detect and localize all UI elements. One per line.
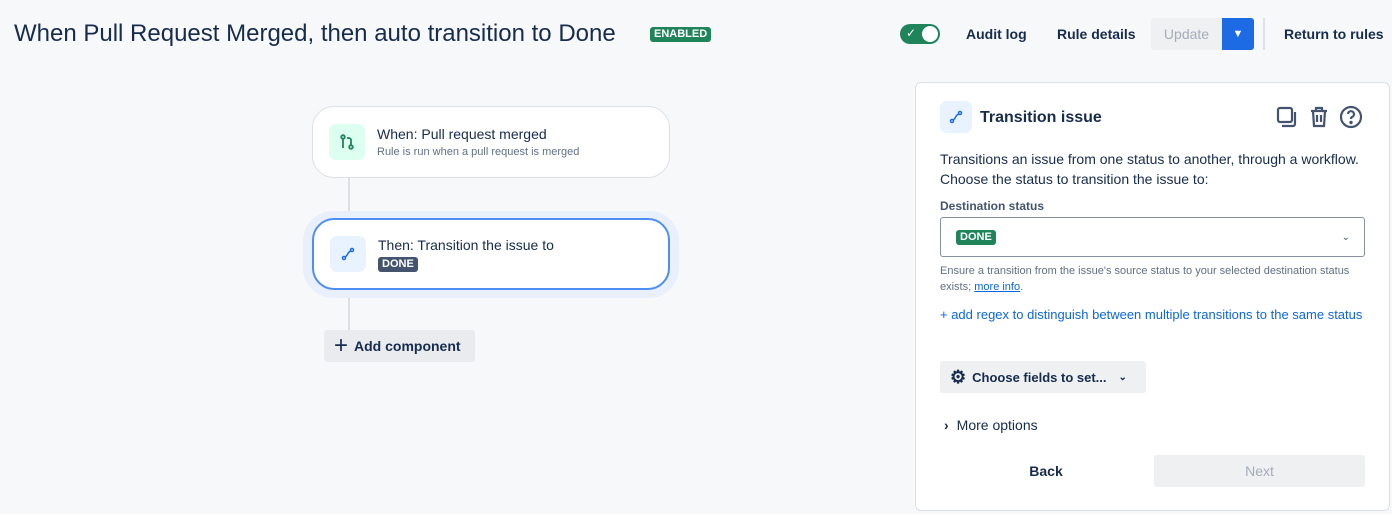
trigger-subtitle: Rule is run when a pull request is merge… — [377, 146, 580, 158]
add-component-label: Add component — [354, 338, 461, 354]
transition-icon — [330, 236, 366, 272]
status-badge: ENABLED — [650, 27, 712, 42]
copy-icon[interactable] — [1275, 105, 1299, 129]
chevron-right-icon: › — [944, 417, 949, 433]
trigger-title: When: Pull request merged — [377, 126, 547, 142]
helper-text-end: . — [1020, 281, 1024, 293]
destination-status-label: Destination status — [940, 199, 1045, 213]
more-info-link[interactable]: more info — [974, 281, 1020, 293]
choose-fields-button[interactable]: ⚙ Choose fields to set... ⌄ — [940, 361, 1146, 393]
destination-status-select[interactable]: DONE ⌄ — [940, 217, 1365, 257]
trash-icon[interactable] — [1307, 105, 1331, 129]
chevron-down-icon: ⌄ — [1341, 231, 1350, 243]
action-card[interactable]: Then: Transition the issue to DONE — [312, 218, 670, 290]
helper-text: Ensure a transition from the issue's sou… — [940, 263, 1370, 295]
chevron-down-icon: ▼ — [1232, 28, 1244, 40]
page-title: When Pull Request Merged, then auto tran… — [14, 20, 616, 47]
pull-request-icon — [329, 124, 365, 160]
more-options-toggle[interactable]: › More options — [944, 417, 1038, 433]
next-button[interactable]: Next — [1154, 455, 1365, 487]
toggle-knob — [922, 26, 938, 42]
action-title: Then: Transition the issue to — [378, 236, 554, 253]
plus-icon: + — [334, 332, 349, 359]
add-component-button[interactable]: + Add component — [324, 330, 475, 362]
trigger-card[interactable]: When: Pull request merged Rule is run whe… — [312, 106, 670, 178]
panel-description: Transitions an issue from one status to … — [940, 151, 1359, 187]
update-button[interactable]: Update — [1151, 18, 1222, 50]
action-status-badge: DONE — [378, 256, 418, 272]
check-icon: ✓ — [906, 26, 917, 40]
divider — [1263, 18, 1265, 50]
panel-title: Transition issue — [980, 109, 1102, 126]
chevron-down-icon: ⌄ — [1118, 371, 1127, 383]
transition-icon — [940, 101, 972, 133]
more-options-label: More options — [956, 417, 1038, 433]
return-to-rules-button[interactable]: Return to rules — [1284, 26, 1384, 42]
update-dropdown-button[interactable]: ▼ — [1222, 18, 1254, 50]
audit-log-button[interactable]: Audit log — [966, 26, 1027, 42]
component-panel: Transition issue Transitions an issue fr… — [915, 82, 1390, 511]
help-icon[interactable] — [1339, 105, 1363, 129]
rule-enabled-toggle[interactable]: ✓ — [900, 24, 940, 44]
add-regex-link[interactable]: + add regex to distinguish between multi… — [940, 305, 1370, 325]
back-button[interactable]: Back — [990, 455, 1102, 487]
rule-details-button[interactable]: Rule details — [1057, 26, 1136, 42]
choose-fields-label: Choose fields to set... — [972, 369, 1107, 385]
gear-icon: ⚙ — [950, 366, 967, 387]
selected-status-badge: DONE — [956, 229, 996, 245]
